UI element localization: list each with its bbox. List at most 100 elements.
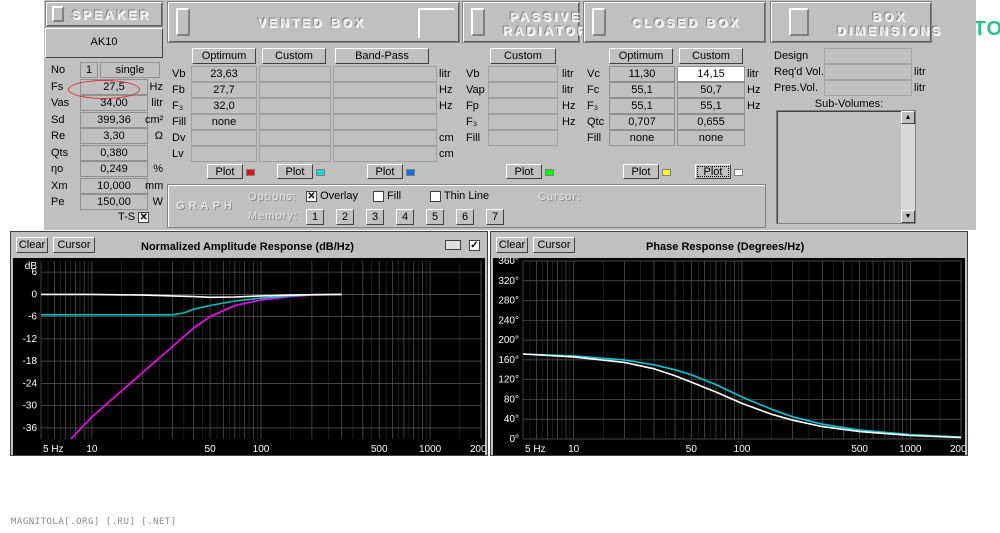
closed-optimum-value[interactable]: 11,30 — [609, 66, 675, 82]
phase-clear-button[interactable]: Clear — [496, 237, 528, 253]
closed-optimum-value[interactable]: 0,707 — [609, 114, 675, 130]
closed-plot-1[interactable]: Plot — [623, 164, 671, 179]
subvolumes-scrollbar[interactable]: ▲ ▼ — [901, 111, 915, 223]
boxdim-value[interactable] — [824, 64, 912, 80]
passive-value[interactable] — [488, 98, 558, 114]
closed-optimum-button[interactable]: Optimum — [609, 48, 673, 64]
vented-optimum-value[interactable]: none — [191, 114, 257, 130]
y-tick-label: 40° — [504, 414, 519, 425]
overlay-checkbox[interactable]: ✕ — [306, 190, 317, 202]
memory-button-3[interactable]: 3 — [366, 209, 384, 225]
passive-header: PASSIVE RADIATOR — [462, 1, 586, 43]
param-value[interactable]: 1 — [80, 62, 98, 78]
speaker-model[interactable]: AK10 — [45, 28, 163, 58]
param-label: Fill — [587, 132, 602, 144]
vented-custom-value[interactable] — [259, 114, 331, 130]
passive-value[interactable] — [488, 114, 558, 130]
passive-value[interactable] — [488, 130, 558, 146]
vented-bandpass-value[interactable] — [333, 82, 437, 98]
vented-optimum-value[interactable]: 23,63 — [191, 66, 257, 82]
closed-custom-value[interactable]: 50,7 — [677, 82, 745, 98]
vented-plot-3[interactable]: Plot — [367, 164, 415, 179]
vented-bandpass-value[interactable] — [333, 98, 437, 114]
subvolumes-list[interactable]: ▲ ▼ — [776, 110, 916, 224]
vented-bandpass-value[interactable] — [333, 66, 437, 82]
plot-label: Plot — [506, 164, 542, 179]
memory-label: Memory: — [248, 210, 298, 222]
vented-custom-value[interactable] — [259, 82, 331, 98]
boxdim-value[interactable] — [824, 48, 912, 64]
passive-value[interactable] — [488, 66, 558, 82]
closed-optimum-value[interactable]: none — [609, 130, 675, 146]
overlay-option[interactable]: ✕ Overlay — [306, 190, 358, 202]
vented-custom-button[interactable]: Custom — [262, 48, 326, 64]
amp-check-icon[interactable]: ✓ — [469, 240, 480, 251]
closed-optimum-value[interactable]: 55,1 — [609, 98, 675, 114]
y-tick-label: 280° — [498, 296, 519, 307]
vented-plot-2[interactable]: Plot — [277, 164, 325, 179]
param-unit: % — [153, 163, 163, 175]
param-label: Vb — [172, 68, 186, 80]
closed-custom-value[interactable]: 14,15 — [677, 66, 745, 82]
scroll-up-arrow-icon[interactable]: ▲ — [901, 111, 915, 124]
ts-toggle[interactable]: T-S ✕ — [118, 211, 150, 223]
x-tick-label: 100 — [734, 444, 751, 455]
vented-optimum-value[interactable]: 32,0 — [191, 98, 257, 114]
memory-button-4[interactable]: 4 — [396, 209, 414, 225]
vented-optimum-value[interactable] — [191, 130, 257, 146]
vented-optimum-value[interactable] — [191, 146, 257, 162]
closed-optimum-value[interactable]: 55,1 — [609, 82, 675, 98]
vented-bandpass-value[interactable] — [333, 130, 437, 146]
thinline-option[interactable]: Thin Line — [430, 190, 489, 202]
vented-bandpass-value[interactable] — [333, 114, 437, 130]
plot-color-swatch — [545, 168, 554, 176]
memory-button-2[interactable]: 2 — [336, 209, 354, 225]
vented-custom-value[interactable] — [259, 66, 331, 82]
fill-option[interactable]: Fill — [373, 190, 401, 202]
scroll-down-arrow-icon[interactable]: ▼ — [901, 210, 915, 223]
y-tick-label: -36 — [23, 423, 38, 434]
vented-param-row: Dv cm — [167, 130, 460, 146]
passive-value[interactable] — [488, 82, 558, 98]
passive-custom-button[interactable]: Custom — [490, 48, 556, 64]
amp-clear-button[interactable]: Clear — [16, 237, 48, 253]
param-value[interactable]: 0,249 — [80, 161, 148, 177]
overlay-label: Overlay — [320, 190, 358, 202]
param-value[interactable]: 150,00 — [80, 194, 148, 210]
closed-custom-value[interactable]: 0,655 — [677, 114, 745, 130]
param-value[interactable]: 3,30 — [80, 128, 148, 144]
boxdim-value[interactable] — [824, 80, 912, 96]
param-value[interactable]: 399,36 — [80, 111, 148, 128]
vented-optimum-value[interactable]: 27,7 — [191, 82, 257, 98]
thinline-label: Thin Line — [443, 190, 490, 202]
closed-custom-button[interactable]: Custom — [679, 48, 743, 64]
param-label: Xm — [51, 179, 68, 192]
memory-button-6[interactable]: 6 — [456, 209, 474, 225]
closed-plot-2[interactable]: Plot — [695, 164, 743, 179]
ts-checkbox[interactable]: ✕ — [138, 211, 150, 223]
phase-chart[interactable]: 360° 320° 280° 240° 200° 160° 120° 80° 40° 0° 5 Hz… — [493, 258, 965, 455]
memory-button-5[interactable]: 5 — [426, 209, 444, 225]
vented-plot-1[interactable]: Plot — [207, 164, 255, 179]
param-value[interactable]: 10,000 — [80, 177, 148, 194]
phase-cursor-button[interactable]: Cursor — [533, 237, 575, 253]
thinline-checkbox[interactable] — [430, 190, 441, 202]
passive-plot[interactable]: Plot — [506, 164, 554, 179]
vented-custom-value[interactable] — [259, 98, 331, 114]
fill-checkbox[interactable] — [373, 190, 384, 202]
speaker-count-select[interactable]: single — [100, 62, 160, 78]
vented-custom-value[interactable] — [259, 146, 331, 162]
vented-bandpass-button[interactable]: Band-Pass — [335, 48, 429, 64]
param-value[interactable]: 0,380 — [80, 144, 148, 161]
vented-custom-value[interactable] — [259, 130, 331, 146]
vented-bandpass-value[interactable] — [333, 146, 437, 162]
memory-button-7[interactable]: 7 — [486, 209, 504, 225]
passive-param-row: Fill — [462, 130, 580, 146]
amplitude-chart[interactable]: dB60-6-12-18-24-30-365 Hz 10 50 100 500 1000 2… — [13, 258, 485, 455]
amp-cursor-button[interactable]: Cursor — [53, 237, 95, 253]
printer-icon[interactable] — [445, 240, 461, 250]
closed-custom-value[interactable]: none — [677, 130, 745, 146]
vented-optimum-button[interactable]: Optimum — [192, 48, 256, 64]
memory-button-1[interactable]: 1 — [306, 209, 324, 225]
closed-custom-value[interactable]: 55,1 — [677, 98, 745, 114]
